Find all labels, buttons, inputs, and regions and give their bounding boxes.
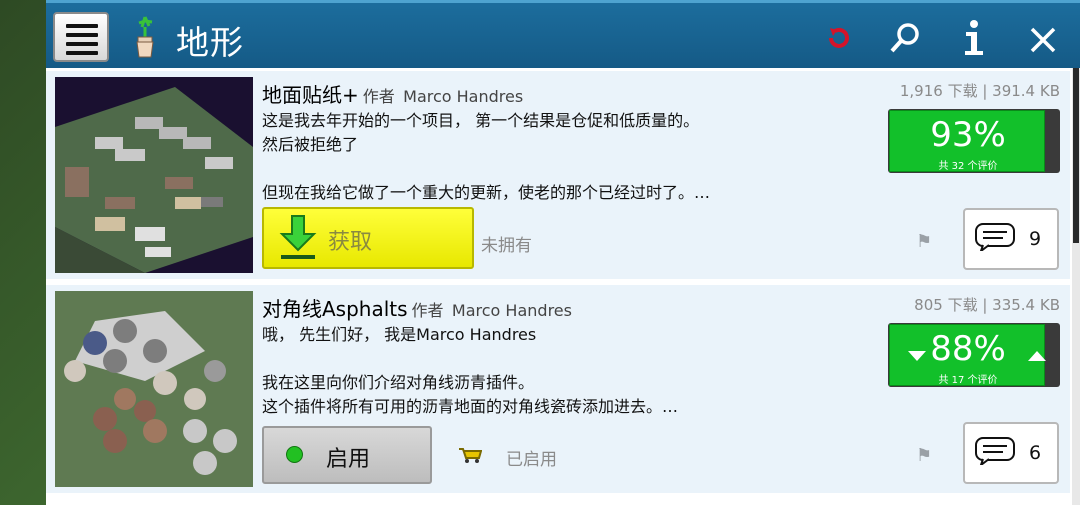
mod-name[interactable]: 地面贴纸+ bbox=[262, 83, 359, 107]
menu-icon bbox=[66, 24, 98, 28]
info-icon[interactable] bbox=[960, 19, 988, 57]
comment-bubble-icon bbox=[975, 437, 1015, 465]
enable-button-label: 启用 bbox=[326, 447, 371, 472]
mod-name[interactable]: 对角线Asphalts bbox=[262, 297, 408, 321]
mod-thumbnail[interactable] bbox=[55, 291, 253, 487]
comments-button[interactable]: 6 bbox=[963, 422, 1059, 484]
vote-up-icon[interactable] bbox=[1028, 351, 1046, 361]
rating-count: 共 17 个评价 bbox=[938, 375, 998, 386]
search-icon[interactable] bbox=[888, 21, 922, 55]
mod-title[interactable]: 对角线Asphalts 作者 Marco Handres bbox=[262, 293, 572, 322]
comment-count: 6 bbox=[1029, 442, 1042, 464]
mod-description: 哦， 先生们好， 我是Marco Handres 我在这里向你们介绍对角线沥青插… bbox=[262, 325, 679, 416]
rating-badge: 93% 共 32 个评价 bbox=[889, 110, 1045, 172]
title-bar: 地形 bbox=[46, 0, 1080, 68]
ownership-status: 未拥有 bbox=[481, 236, 532, 256]
potted-plant-icon bbox=[136, 16, 154, 58]
mod-browser-window: 地形 地面贴纸+ 作者 Marco Handres 1,916 下载 | 391… bbox=[46, 0, 1080, 505]
get-button-label: 获取 bbox=[328, 230, 373, 255]
page-title: 地形 bbox=[176, 23, 244, 62]
close-icon[interactable] bbox=[1028, 25, 1058, 55]
shopping-cart-icon bbox=[459, 448, 482, 463]
rating-count: 共 32 个评价 bbox=[938, 161, 998, 172]
mod-thumbnail[interactable] bbox=[55, 77, 253, 273]
rating-percent: 93% bbox=[930, 115, 1006, 155]
author-prefix: 作者 bbox=[362, 87, 395, 106]
rating-widget[interactable]: 93% 共 32 个评价 bbox=[888, 109, 1060, 173]
mod-list-item[interactable]: 对角线Asphalts 作者 Marco Handres 805 下载 | 335… bbox=[46, 285, 1070, 493]
comment-bubble-icon bbox=[975, 223, 1015, 251]
enable-button[interactable]: 启用 bbox=[262, 426, 432, 484]
rating-percent: 88% bbox=[930, 329, 1006, 369]
scrollbar-thumb[interactable] bbox=[1073, 68, 1079, 243]
rating-widget[interactable]: 88% 共 17 个评价 bbox=[888, 323, 1060, 387]
mod-title[interactable]: 地面贴纸+ 作者 Marco Handres bbox=[262, 79, 523, 108]
rating-badge: 88% 共 17 个评价 bbox=[889, 324, 1046, 386]
get-button[interactable]: 获取 bbox=[262, 207, 474, 269]
mod-list-item[interactable]: 地面贴纸+ 作者 Marco Handres 1,916 下载 | 391.4 K… bbox=[46, 71, 1070, 279]
comment-count: 9 bbox=[1029, 228, 1042, 250]
flag-icon[interactable]: ⚑ bbox=[916, 231, 932, 252]
author-prefix: 作者 bbox=[411, 301, 444, 320]
menu-button[interactable] bbox=[53, 12, 109, 62]
comments-button[interactable]: 9 bbox=[963, 208, 1059, 270]
enabled-indicator-icon bbox=[286, 446, 303, 463]
ownership-status: 已启用 bbox=[506, 450, 557, 470]
download-stats: 805 下载 | 335.4 KB bbox=[914, 296, 1060, 314]
author-name[interactable]: Marco Handres bbox=[403, 87, 523, 106]
download-arrow-icon bbox=[279, 215, 317, 259]
flag-icon[interactable]: ⚑ bbox=[916, 445, 932, 466]
author-name[interactable]: Marco Handres bbox=[452, 301, 572, 320]
download-stats: 1,916 下载 | 391.4 KB bbox=[899, 82, 1060, 100]
mod-description: 这是我去年开始的一个项目， 第一个结果是仓促和低质量的。 然后被拒绝了 但现在我… bbox=[262, 111, 711, 202]
refresh-icon[interactable] bbox=[826, 25, 852, 51]
